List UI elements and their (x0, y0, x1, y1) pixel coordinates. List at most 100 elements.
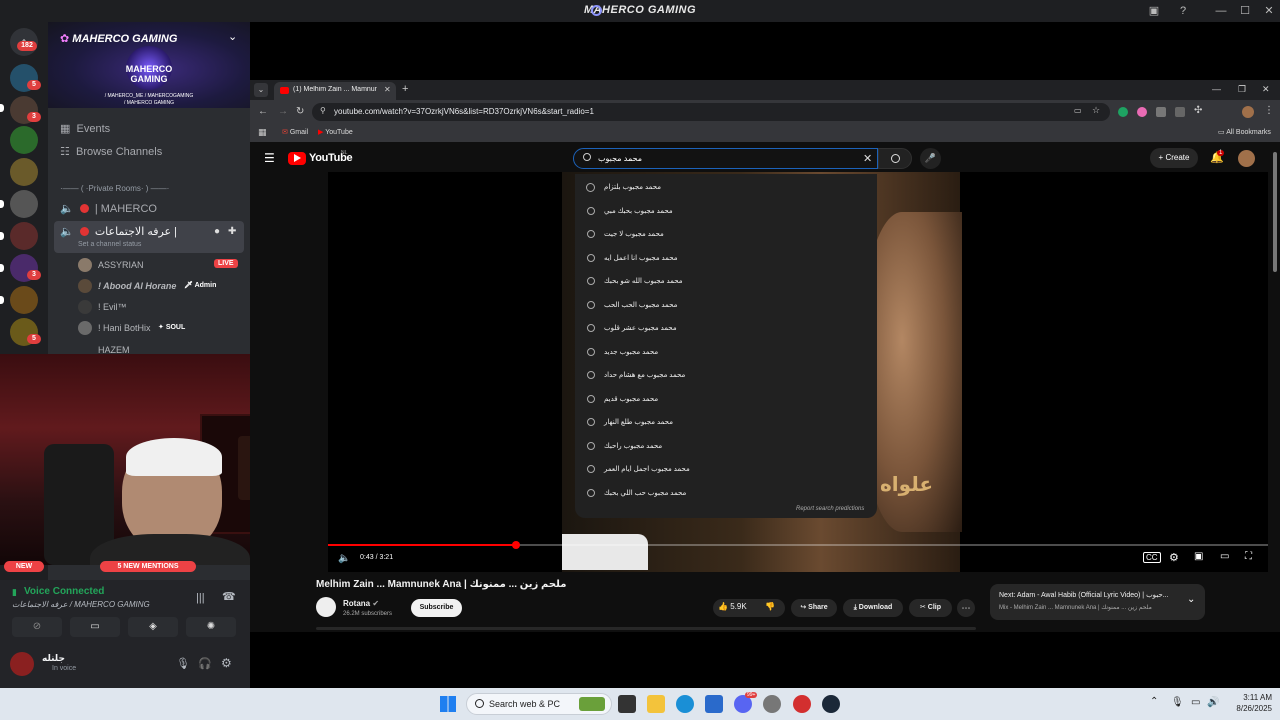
clip-button[interactable]: ✂ Clip (909, 599, 952, 617)
miniplayer-icon[interactable]: ▣ (1194, 551, 1203, 562)
all-bookmarks[interactable]: ▭ All Bookmarks (1218, 128, 1271, 136)
server-icon-8[interactable] (10, 286, 38, 314)
search-box[interactable]: محمد مجبوب ✕ (573, 148, 878, 169)
voice-channel-meetings[interactable]: 🔈 عرفه الاجتماعات | (60, 225, 177, 238)
chrome-close-icon[interactable]: ✕ (1262, 84, 1270, 95)
chat-icon[interactable]: ● (214, 226, 220, 237)
user-avatar[interactable] (10, 652, 34, 676)
subscribe-button[interactable]: Subscribe (411, 599, 462, 617)
taskbar-time[interactable]: 3:11 AM (1232, 693, 1272, 702)
avatar[interactable] (78, 258, 92, 272)
hamburger-menu-icon[interactable]: ☰ (264, 151, 275, 165)
create-button[interactable]: + Create (1150, 148, 1198, 168)
extension-icon-3[interactable] (1156, 107, 1166, 117)
chrome-menu-icon[interactable]: ⋮ (1264, 105, 1274, 116)
apps-grid-icon[interactable]: ▦ (258, 127, 267, 138)
server-banner[interactable]: ✿ MAHERCO GAMING ⌄ MAHERCO GAMING / MAHE… (48, 22, 250, 108)
voice-status[interactable]: Voice Connected (24, 586, 104, 597)
windows-start-icon[interactable] (440, 696, 456, 712)
task-view-icon[interactable] (618, 695, 636, 713)
tray-microphone-icon[interactable]: 🎙 (1171, 697, 1184, 708)
forward-icon[interactable]: → (278, 106, 288, 117)
add-member-icon[interactable]: ✚ (228, 226, 236, 237)
new-mentions-banner[interactable]: 5 NEW MENTIONS (100, 561, 196, 572)
up-next-card[interactable]: Next: Adam - Awal Habib (Official Lyric … (990, 584, 1205, 620)
clear-search-icon[interactable]: ✕ (863, 152, 872, 165)
suggestion-item[interactable]: محمد مجبوب عشر قلوب (604, 324, 677, 332)
dislike-button[interactable]: 👎 (765, 602, 775, 611)
tray-speaker-icon[interactable]: 🔊 (1207, 697, 1219, 708)
app-red-icon[interactable] (793, 695, 811, 713)
category-private-rooms[interactable]: ·—— ( ·Private Rooms· ) ——· (60, 184, 169, 193)
microphone-icon[interactable]: 🎙 (176, 657, 190, 670)
suggestion-item[interactable]: محمد مجبوب حب اللي بحبك (604, 489, 686, 497)
taskbar-search[interactable]: Search web & PC (466, 693, 612, 715)
chrome-minimize-icon[interactable]: — (1212, 84, 1221, 94)
share-button[interactable]: ↪ Share (791, 599, 837, 617)
chevron-down-icon[interactable]: ⌄ (228, 30, 237, 43)
fullscreen-icon[interactable]: ⛶ (1245, 551, 1252, 562)
chevron-down-icon[interactable]: ⌄ (1187, 594, 1195, 605)
search-button[interactable] (878, 148, 912, 169)
steam-icon[interactable] (822, 695, 840, 713)
settings-gear-icon[interactable]: ⚙ (221, 656, 232, 670)
nav-browse-channels[interactable]: ☷ Browse Channels (60, 145, 162, 158)
suggestion-item[interactable]: محمد مجبوب راحبك (604, 442, 662, 450)
suggestion-item[interactable]: محمد مجبوب طلع النهار (604, 418, 673, 426)
maximize-icon[interactable]: ☐ (1234, 3, 1256, 19)
more-actions-button[interactable]: ⋯ (957, 599, 975, 617)
search-input[interactable]: محمد مجبوب (598, 154, 642, 163)
server-icon-5[interactable] (10, 190, 38, 218)
bookmark-star-icon[interactable]: ☆ (1092, 105, 1100, 116)
avatar[interactable] (78, 300, 92, 314)
close-icon[interactable]: ✕ (1258, 3, 1280, 19)
activity-button[interactable]: ◈ (128, 617, 178, 637)
tab-active[interactable]: (1) Melhim Zain ... Mamnunek / ✕ (274, 82, 396, 100)
member-name[interactable]: ! Abood Al Horane (98, 281, 176, 291)
suggestion-item[interactable]: محمد مجبوب بلتزام (604, 183, 661, 191)
extensions-puzzle-icon[interactable]: ✣ (1194, 105, 1202, 116)
suggestion-item[interactable]: محمد مجبوب قديم (604, 395, 658, 403)
help-icon[interactable]: ? (1172, 3, 1194, 19)
server-icon-4[interactable] (10, 158, 38, 186)
extension-icon-4[interactable] (1175, 107, 1185, 117)
nav-events[interactable]: ▦ Events (60, 122, 110, 135)
back-icon[interactable]: ← (258, 106, 268, 117)
suggestion-item[interactable]: محمد مجبوب لا جيت (604, 230, 664, 238)
extension-icon-1[interactable] (1118, 107, 1128, 117)
bookmark-gmail[interactable]: ✉ Gmail (282, 128, 308, 136)
headphones-icon[interactable]: 🎧 (198, 657, 212, 670)
reload-icon[interactable]: ↻ (296, 106, 304, 117)
voice-channel-maherco[interactable]: 🔈 | MAHERCO (60, 202, 157, 215)
avatar[interactable] (78, 321, 92, 335)
download-button[interactable]: ⤓ Download (843, 599, 903, 617)
like-button[interactable]: 👍 5.9K (718, 602, 747, 611)
install-app-icon[interactable]: ▭ (1074, 106, 1082, 115)
screen-share-button[interactable]: ▭ (70, 617, 120, 637)
account-avatar[interactable] (1238, 150, 1255, 167)
settings-gear-icon[interactable] (763, 695, 781, 713)
taskbar-date[interactable]: 8/26/2025 (1224, 704, 1272, 713)
suggestion-item[interactable]: محمد مجبوب جديد (604, 348, 658, 356)
progress-scrubber[interactable] (512, 541, 520, 549)
file-explorer-icon[interactable] (647, 695, 665, 713)
member-name[interactable]: ! Hani BotHix (98, 323, 151, 333)
noise-suppression-icon[interactable]: ||| (196, 592, 205, 604)
edge-icon[interactable] (676, 695, 694, 713)
camera-off-button[interactable]: ⊘ (12, 617, 62, 637)
progress-track[interactable] (328, 541, 1268, 549)
chrome-restore-icon[interactable]: ❐ (1238, 84, 1246, 95)
user-name[interactable]: جلنله (42, 653, 65, 664)
report-predictions-link[interactable]: Report search predictions (796, 506, 864, 512)
new-banner[interactable]: NEW (4, 561, 44, 572)
settings-gear-icon[interactable]: ⚙ (1169, 551, 1179, 564)
tray-display-icon[interactable]: ▭ (1191, 697, 1200, 708)
suggestion-item[interactable]: محمد مجبوب بحبك مبي (604, 207, 673, 215)
member-name[interactable]: ! Evil™ (98, 302, 127, 312)
avatar[interactable] (78, 279, 92, 293)
tab-search-icon[interactable]: ⌄ (254, 83, 268, 97)
captions-icon[interactable]: CC (1143, 552, 1161, 563)
server-icon-6[interactable] (10, 222, 38, 250)
screen-share-icon[interactable]: ▣ (1143, 3, 1165, 19)
server-icon-3[interactable] (10, 126, 38, 154)
